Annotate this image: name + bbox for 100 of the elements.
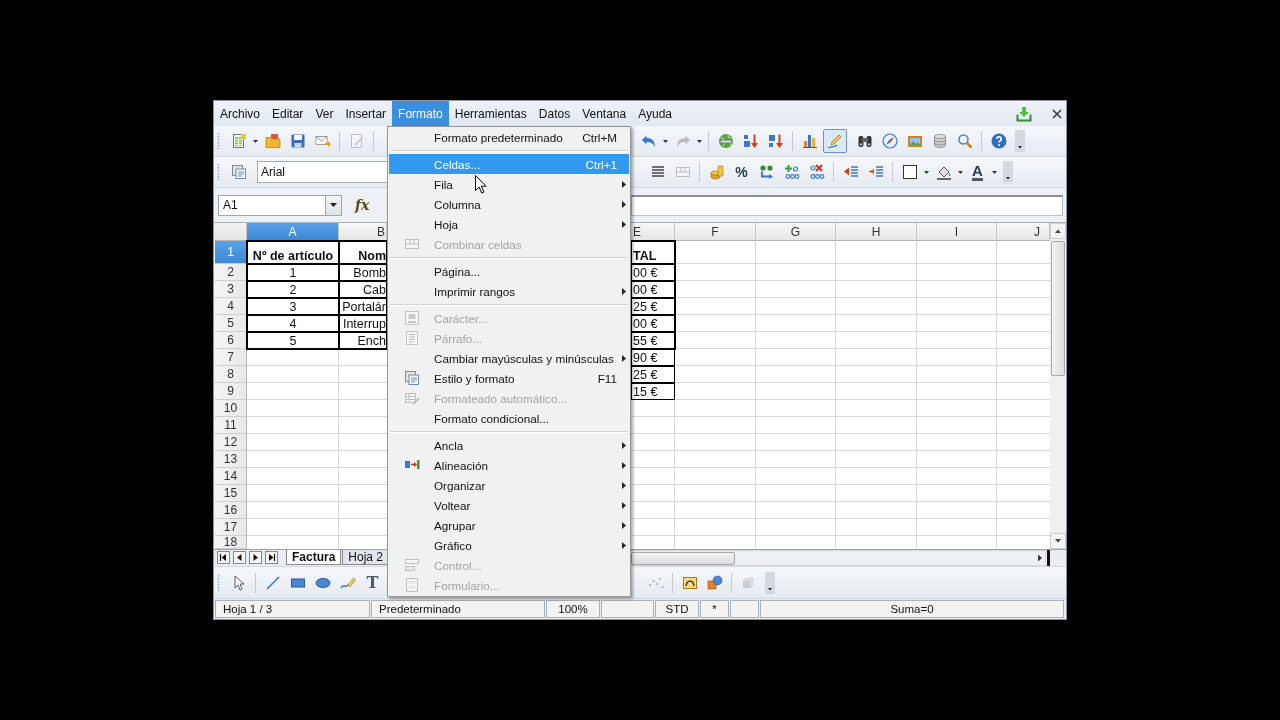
- toolbar-overflow-icon[interactable]: [765, 571, 775, 594]
- bar-chart-icon[interactable]: [801, 133, 818, 149]
- menu-item[interactable]: Estilo y formato F11: [389, 368, 629, 388]
- add-decimal-icon[interactable]: [783, 164, 800, 180]
- row-header[interactable]: 16: [215, 502, 247, 519]
- globe-icon[interactable]: [717, 133, 734, 149]
- menu-item[interactable]: Fila: [389, 174, 629, 194]
- name-box-field[interactable]: A1: [218, 194, 326, 216]
- pencil-icon[interactable]: [822, 129, 847, 153]
- menu-item[interactable]: Ancla: [389, 435, 629, 455]
- menu-item[interactable]: Formato predeterminado Ctrl+M: [389, 127, 629, 147]
- percent-button[interactable]: %: [735, 164, 748, 180]
- caret-icon[interactable]: [992, 170, 997, 174]
- menu-bar-item[interactable]: Archivo: [214, 101, 266, 126]
- font-name-field[interactable]: Arial: [257, 161, 387, 183]
- overlapping-pages-icon[interactable]: [230, 164, 247, 180]
- undo-icon[interactable]: [640, 133, 657, 149]
- close-icon[interactable]: [1052, 108, 1062, 119]
- row-header[interactable]: 14: [215, 468, 247, 485]
- font-color-button[interactable]: A: [972, 163, 983, 181]
- decrease-indent-icon[interactable]: [842, 164, 859, 180]
- horizontal-scrollbar[interactable]: [631, 550, 1046, 566]
- increase-indent-icon[interactable]: [867, 164, 884, 180]
- menu-item[interactable]: Voltear: [389, 495, 629, 515]
- menu-bar-item[interactable]: Datos: [532, 101, 577, 126]
- row-header[interactable]: 8: [215, 366, 247, 383]
- formula-input-field[interactable]: [631, 194, 1063, 216]
- row-header[interactable]: 12: [215, 434, 247, 451]
- triangle-right-icon[interactable]: [249, 551, 262, 564]
- split-handle-icon[interactable]: [1047, 550, 1050, 566]
- grip-handle-icon[interactable]: [217, 132, 220, 150]
- framed-arc-icon[interactable]: [681, 574, 698, 591]
- delete-decimal-icon[interactable]: [808, 164, 825, 180]
- menu-item[interactable]: Alineación: [389, 455, 629, 475]
- row-header[interactable]: 10: [215, 400, 247, 417]
- row-header[interactable]: 13: [215, 451, 247, 468]
- envelope-icon[interactable]: [314, 133, 331, 149]
- menu-item[interactable]: Organizar: [389, 475, 629, 495]
- row-header[interactable]: 6: [215, 332, 247, 349]
- sort-ascending-icon[interactable]: [742, 133, 759, 149]
- dropdown-button[interactable]: [326, 194, 342, 216]
- dots-arrow-icon[interactable]: [758, 164, 775, 180]
- spreadsheet-document-icon[interactable]: [230, 133, 247, 149]
- grip-handle-icon[interactable]: [217, 573, 220, 592]
- toolbar-overflow-icon[interactable]: [1015, 130, 1025, 152]
- row-header[interactable]: 15: [215, 485, 247, 502]
- row-header[interactable]: 2: [215, 264, 247, 281]
- row-header[interactable]: 17: [215, 519, 247, 536]
- column-header[interactable]: B: [339, 223, 387, 241]
- save-icon[interactable]: [289, 133, 306, 149]
- row-header[interactable]: 5: [215, 315, 247, 332]
- row-header[interactable]: 4: [215, 298, 247, 315]
- menu-item[interactable]: Agrupar: [389, 515, 629, 535]
- scrollbar-thumb[interactable]: [1051, 241, 1065, 376]
- menu-bar-item[interactable]: Herramientas: [448, 101, 533, 126]
- row-header[interactable]: 3: [215, 281, 247, 298]
- square-border-icon[interactable]: [901, 164, 918, 180]
- skip-end-icon[interactable]: [265, 551, 278, 564]
- column-header[interactable]: I: [917, 223, 997, 241]
- row-header[interactable]: 11: [215, 417, 247, 434]
- picture-frame-icon[interactable]: [906, 133, 923, 149]
- text-tool-button[interactable]: T: [366, 574, 379, 591]
- row-header[interactable]: 18: [215, 536, 247, 549]
- magnifier-icon[interactable]: [956, 133, 973, 149]
- toolbar-overflow-icon[interactable]: [1003, 161, 1013, 183]
- menu-item[interactable]: Columna: [389, 194, 629, 214]
- menu-bar-item[interactable]: Ver: [309, 101, 340, 126]
- menu-item[interactable]: Formato condicional...: [389, 408, 629, 428]
- caret-icon[interactable]: [924, 170, 929, 174]
- menu-bar-item[interactable]: Ayuda: [632, 101, 678, 126]
- caret-icon[interactable]: [330, 203, 337, 207]
- freeform-pencil-icon[interactable]: [339, 574, 356, 591]
- menu-item[interactable]: Página...: [389, 261, 629, 281]
- line-icon[interactable]: [264, 574, 281, 591]
- folder-icon[interactable]: [264, 133, 281, 149]
- column-header[interactable]: J: [997, 223, 1050, 241]
- binoculars-icon[interactable]: [856, 133, 873, 149]
- database-icon[interactable]: [931, 133, 948, 149]
- grip-handle-icon[interactable]: [217, 163, 220, 181]
- caret-icon[interactable]: [253, 139, 258, 143]
- sheet-tab[interactable]: Factura: [286, 550, 342, 565]
- menu-item[interactable]: Gráfico: [389, 535, 629, 555]
- caret-icon[interactable]: [697, 139, 702, 143]
- caret-icon[interactable]: [663, 139, 668, 143]
- menu-bar-item[interactable]: Ventana: [576, 101, 633, 126]
- column-header[interactable]: E: [631, 223, 675, 241]
- menu-item[interactable]: Cambiar mayúsculas y minúsculas: [389, 348, 629, 368]
- help-icon[interactable]: [990, 133, 1007, 149]
- menu-item[interactable]: Imprimir rangos: [389, 281, 629, 301]
- scroll-down-icon[interactable]: [1050, 533, 1066, 549]
- row-header[interactable]: 9: [215, 383, 247, 400]
- caret-icon[interactable]: [958, 170, 963, 174]
- compass-icon[interactable]: [881, 133, 898, 149]
- overlapping-pages-icon[interactable]: [403, 370, 420, 386]
- triangle-left-icon[interactable]: [233, 551, 246, 564]
- align-justify-icon[interactable]: [649, 164, 666, 180]
- menu-bar-item[interactable]: Editar: [266, 101, 310, 126]
- coins-icon[interactable]: [708, 164, 725, 180]
- sort-descending-icon[interactable]: [767, 133, 784, 149]
- scrollbar-thumb[interactable]: [631, 551, 735, 565]
